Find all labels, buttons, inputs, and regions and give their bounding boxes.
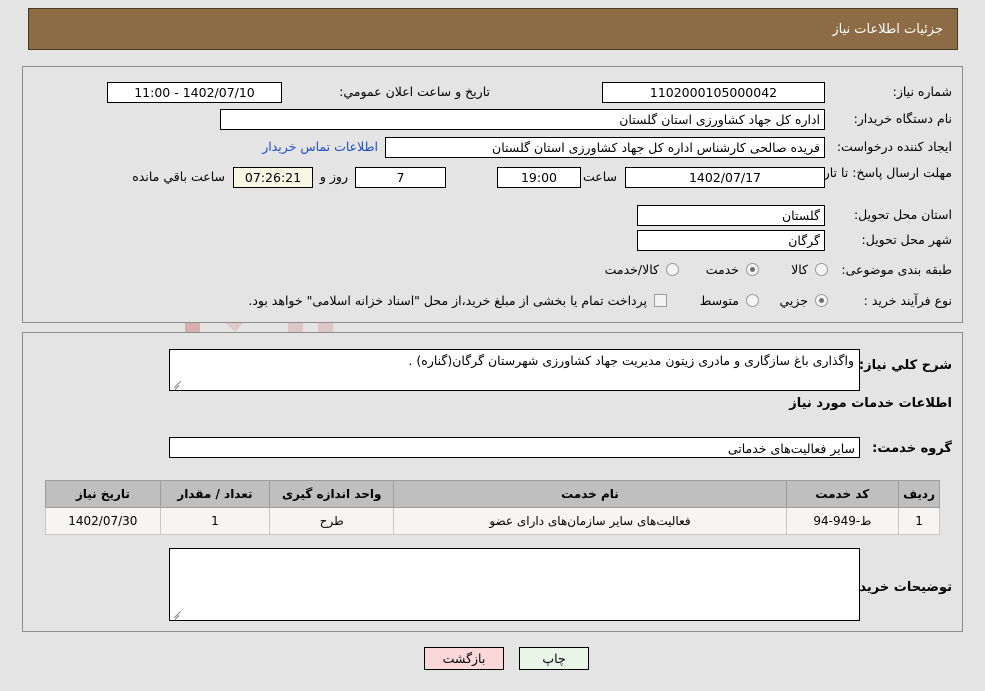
cell-quantity: 1 xyxy=(159,507,271,535)
purchase-process-label: نوع فرآیند خرید : xyxy=(863,293,952,308)
subject-category-label: طبقه بندی موضوعی: xyxy=(841,262,952,277)
page-title: جزئیات اطلاعات نیاز xyxy=(832,21,943,37)
treasury-docs-checkbox[interactable] xyxy=(654,294,667,307)
deadline-days-suffix: روز و xyxy=(319,169,348,184)
delivery-province-value: گلستان xyxy=(637,205,825,226)
public-announce-value: 1402/07/10 - 11:00 xyxy=(107,82,282,103)
radio-category-kala-khedmat-label: کالا/خدمت xyxy=(604,262,659,277)
cell-service-code: ط-949-94 xyxy=(785,507,900,535)
buyer-org-label: نام دستگاه خریدار: xyxy=(853,111,952,126)
cell-unit: طرح xyxy=(269,507,395,535)
need-info-panel xyxy=(22,66,963,323)
services-heading: اطلاعات خدمات مورد نیاز xyxy=(789,396,952,411)
radio-category-kala-label: کالا xyxy=(791,262,808,277)
services-table: ردیف کد خدمت نام خدمت واحد اندازه گیری ت… xyxy=(45,480,940,535)
radio-process-jozei[interactable] xyxy=(815,294,828,307)
page-header: جزئیات اطلاعات نیاز xyxy=(28,8,958,50)
radio-process-motevaset-label: متوسط xyxy=(699,293,739,308)
general-description-text: واگذاری باغ سازگاری و مادری زیتون مدیریت… xyxy=(408,353,854,368)
need-number-value: 1102000105000042 xyxy=(602,82,825,103)
requester-value: فریده صالحی کارشناس اداره کل جهاد کشاورز… xyxy=(385,137,825,158)
delivery-city-value: گرگان xyxy=(637,230,825,251)
resize-grip-icon[interactable] xyxy=(173,379,183,389)
col-service-code: کد خدمت xyxy=(785,480,900,508)
deadline-label: مهلت ارسال پاسخ: تا تاریخ: xyxy=(807,165,952,180)
deadline-days-value: 7 xyxy=(355,167,446,188)
table-row[interactable]: 1 ط-949-94 فعالیت‌های سایر سازمان‌های دا… xyxy=(45,507,940,535)
col-quantity: تعداد / مقدار xyxy=(159,480,271,508)
deadline-date-value: 1402/07/17 xyxy=(625,167,825,188)
page-root: AriaTender.net جزئیات اطلاعات نیاز شماره… xyxy=(0,0,985,691)
requester-label: ایجاد کننده درخواست: xyxy=(836,139,952,154)
buyer-notes-value[interactable] xyxy=(169,548,860,621)
treasury-docs-text: پرداخت تمام یا بخشی از مبلغ خرید،از محل … xyxy=(248,293,647,308)
delivery-province-label: استان محل تحویل: xyxy=(853,207,952,222)
resize-grip-icon-notes[interactable] xyxy=(173,609,183,619)
service-group-label: گروه خدمت: xyxy=(872,441,952,456)
cell-service-name: فعالیت‌های سایر سازمان‌های دارای عضو xyxy=(393,507,787,535)
radio-process-jozei-label: جزیي xyxy=(779,293,808,308)
radio-category-khedmat[interactable] xyxy=(746,263,759,276)
public-announce-label: تاریخ و ساعت اعلان عمومي: xyxy=(339,84,490,99)
delivery-city-label: شهر محل تحویل: xyxy=(861,232,952,247)
deadline-time-label: ساعت xyxy=(582,169,617,184)
col-unit: واحد اندازه گیری xyxy=(269,480,395,508)
col-need-date: تاریخ نیاز xyxy=(45,480,161,508)
radio-category-khedmat-label: خدمت xyxy=(705,262,739,277)
deadline-time-value: 19:00 xyxy=(497,167,581,188)
cell-row-no: 1 xyxy=(898,507,940,535)
general-description-value: واگذاری باغ سازگاری و مادری زیتون مدیریت… xyxy=(169,349,860,391)
return-button[interactable]: بازگشت xyxy=(424,647,504,670)
radio-category-kala[interactable] xyxy=(815,263,828,276)
print-button[interactable]: چاپ xyxy=(519,647,589,670)
service-group-value: سایر فعالیت‌های خدماتی xyxy=(169,437,860,458)
radio-category-kala-khedmat[interactable] xyxy=(666,263,679,276)
radio-process-motevaset[interactable] xyxy=(746,294,759,307)
col-service-name: نام خدمت xyxy=(393,480,787,508)
col-row-no: ردیف xyxy=(898,480,940,508)
buyer-org-value: اداره کل جهاد کشاورزی استان گلستان xyxy=(220,109,825,130)
deadline-countdown-suffix: ساعت باقي مانده xyxy=(132,169,225,184)
general-description-label: شرح کلي نیاز: xyxy=(858,358,952,373)
buyer-contact-link[interactable]: اطلاعات تماس خریدار xyxy=(262,139,378,154)
cell-need-date: 1402/07/30 xyxy=(45,507,161,535)
need-number-label: شماره نیاز: xyxy=(892,84,952,99)
deadline-countdown-value: 07:26:21 xyxy=(233,167,313,188)
table-header-row: ردیف کد خدمت نام خدمت واحد اندازه گیری ت… xyxy=(45,480,940,508)
